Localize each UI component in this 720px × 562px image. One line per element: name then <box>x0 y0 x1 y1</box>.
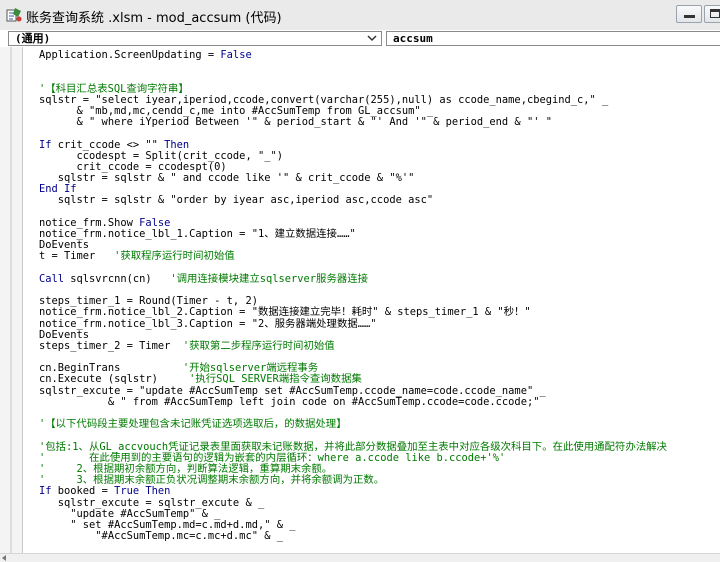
code-token: booked = <box>57 485 115 498</box>
code-line[interactable]: '【以下代码段主要处理包含未记账凭证选项选取后，的数据处理】 <box>39 419 667 430</box>
code-token: & "mb,md,mc,cendd_c,me into #AccSumTemp … <box>39 104 434 117</box>
code-token: cn.Execute (sqlstr) <box>39 373 190 386</box>
code-token: notice_frm.notice_lbl_2.Caption = "数据连接建… <box>39 306 531 319</box>
comment-token: '调用连接模块建立sqlserver服务器连接 <box>170 272 369 285</box>
comment-token: '包括:1、从GL_accvouch凭证记录表里面获取未记账数据，并将此部分数据… <box>39 440 667 453</box>
code-token: crit_ccode <> "" <box>57 138 165 151</box>
scroll-left-icon[interactable] <box>2 555 6 561</box>
code-token: sqlstr = sqlstr & "order by iyear asc,ip… <box>39 194 434 207</box>
object-dropdown[interactable]: (通用) <box>8 31 382 46</box>
code-line[interactable]: Call sqlsvrcnn(cn) '调用连接模块建立sqlserver服务器… <box>39 272 667 285</box>
code-token: t = Timer <box>39 250 115 263</box>
procedure-dropdown-value: accsum <box>393 32 433 45</box>
comment-token: '执行SQL SERVER端指令查询数据集 <box>189 373 362 386</box>
code-line[interactable]: & " where iYperiod Between '" & period_s… <box>39 117 667 128</box>
code-line[interactable]: steps_timer_2 = Timer '获取第二步程序运行时间初始值 <box>39 339 667 352</box>
indicator-margin[interactable] <box>0 47 23 561</box>
keyword-token: False <box>139 216 171 229</box>
code-token: & " where iYperiod Between '" & period_s… <box>39 116 552 129</box>
comment-token: '【科目汇总表SQL查询字符串】 <box>39 82 189 95</box>
code-token: notice_frm.notice_lbl_1.Caption = "1、建立数… <box>39 228 356 240</box>
procedure-dropdown[interactable]: accsum <box>386 31 720 46</box>
code-token: crit_ccode = ccodespt(0) <box>39 160 227 173</box>
code-line[interactable]: & " from #AccSumTemp left join code on #… <box>39 395 667 408</box>
code-line[interactable]: Application.ScreenUpdating = False <box>39 49 667 61</box>
keyword-token: False <box>220 49 252 61</box>
code-line[interactable]: notice_frm.notice_lbl_3.Caption = "2、服务器… <box>39 317 667 330</box>
comment-token: '获取程序运行时间初始值 <box>114 250 235 263</box>
code-text[interactable]: Application.ScreenUpdating = False '【科目汇… <box>39 49 667 543</box>
code-token: sqlstr_excute = "update #AccSumTemp set … <box>39 384 546 397</box>
code-token: sqlsvrcnn(cn) <box>70 272 171 285</box>
code-line[interactable]: sqlstr = sqlstr & " and ccode like '" & … <box>39 172 667 185</box>
code-toolbar: (通用) accsum <box>0 30 720 46</box>
code-token: notice_frm.Show <box>39 216 140 229</box>
code-token: notice_frm.notice_lbl_3.Caption = "2、服务器… <box>39 317 377 330</box>
comment-token: ' 3、根据期末余额正负状况调整期末余额方向，并将余额调为正数。 <box>39 474 385 487</box>
title-bar: 账务查询系统 .xlsm - mod_accsum (代码) <box>0 0 720 31</box>
code-token: "#AccSumTemp.mc=c.mc+d.mc" & _ <box>39 530 283 543</box>
margin-divider <box>10 47 12 561</box>
minimize-icon <box>684 15 695 18</box>
comment-token: ' 在此使用到的主要语句的逻辑为嵌套的内层循环：where a.ccode li… <box>39 451 506 464</box>
code-editor[interactable]: Application.ScreenUpdating = False '【科目汇… <box>0 47 720 561</box>
keyword-token: True Then <box>114 485 171 498</box>
comment-token: '【以下代码段主要处理包含未记账凭证选项选取后，的数据处理】 <box>39 418 347 431</box>
code-token: & " from #AccSumTemp left join code on #… <box>39 395 540 408</box>
code-line[interactable]: sqlstr = sqlstr & "order by iyear asc,ip… <box>39 195 667 206</box>
code-token: " set #AccSumTemp.md=c.md+d.md," & _ <box>39 518 296 531</box>
comment-token: '获取第二步程序运行时间初始值 <box>182 339 335 352</box>
code-line[interactable]: t = Timer '获取程序运行时间初始值 <box>39 251 667 262</box>
keyword-token: End If <box>39 183 77 196</box>
code-token: "update #AccSumTemp" & _ <box>39 507 221 520</box>
code-token: sqlstr = sqlstr & " and ccode like '" & … <box>39 172 415 185</box>
code-line[interactable]: notice_frm.notice_lbl_1.Caption = "1、建立数… <box>39 228 667 240</box>
object-dropdown-value: (通用) <box>15 32 51 45</box>
maximize-button[interactable] <box>704 5 720 23</box>
keyword-token: Call <box>39 272 71 285</box>
code-token: DoEvents <box>39 328 90 341</box>
chevron-down-icon <box>367 35 377 42</box>
window-title: 账务查询系统 .xlsm - mod_accsum (代码) <box>26 11 282 26</box>
keyword-token: Then <box>164 138 190 151</box>
minimize-button[interactable] <box>676 5 702 23</box>
vba-module-icon <box>6 8 22 22</box>
keyword-token: If <box>39 485 58 498</box>
code-token: ccodespt = Split(crit_ccode, "_") <box>39 149 283 162</box>
code-token: steps_timer_2 = Timer <box>39 339 183 352</box>
keyword-token: If <box>39 138 58 151</box>
code-token: Application.ScreenUpdating = <box>39 49 221 61</box>
code-line[interactable]: "#AccSumTemp.mc=c.mc+d.mc" & _ <box>39 530 667 543</box>
code-token: sqlstr = "select iyear,iperiod,ccode,con… <box>39 93 609 106</box>
code-token: sqlstr_excute = sqlstr_excute & _ <box>39 496 265 509</box>
code-line[interactable] <box>39 61 667 72</box>
maximize-icon <box>710 9 720 18</box>
